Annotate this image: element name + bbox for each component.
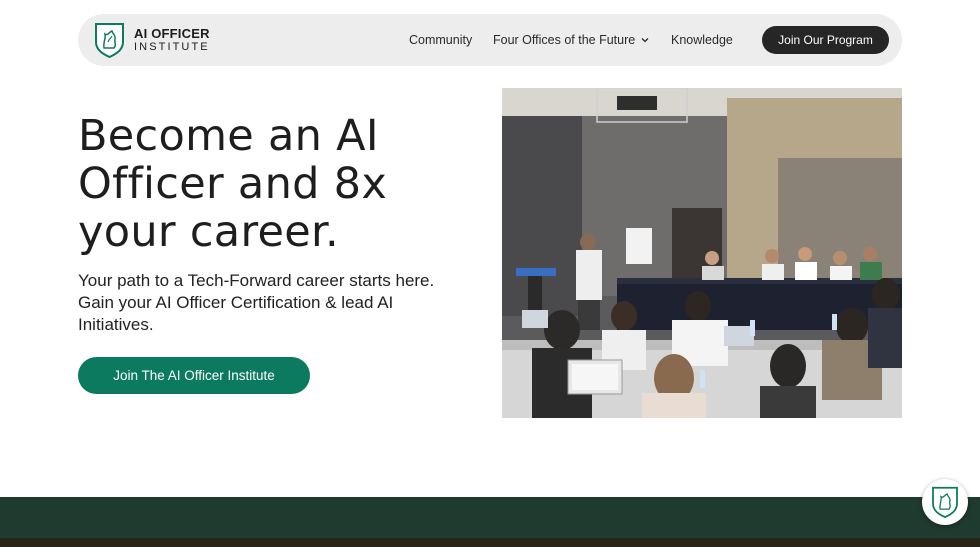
logo-subtitle: INSTITUTE (134, 41, 210, 53)
nav-item-label: Knowledge (671, 33, 733, 47)
hero-subtitle: Your path to a Tech-Forward career start… (78, 271, 435, 334)
logo-badge-icon (932, 486, 958, 518)
footer-band (0, 497, 980, 538)
shield-logo-icon (95, 23, 124, 58)
nav-item-knowledge[interactable]: Knowledge (671, 14, 733, 66)
footer-band-strip (0, 538, 980, 547)
floating-logo-button[interactable] (922, 479, 968, 525)
nav-item-label: Four Offices of the Future (493, 33, 636, 47)
hero-title: Become an AI Officer and 8x your career. (78, 111, 388, 257)
brand-logo[interactable]: AI OFFICER INSTITUTE (94, 22, 210, 58)
nav-item-four-offices[interactable]: Four Offices of the Future (493, 14, 650, 66)
chevron-down-icon (641, 38, 649, 43)
logo-title: AI OFFICER (134, 26, 210, 41)
join-institute-button[interactable]: Join The AI Officer Institute (78, 357, 310, 394)
nav-item-community[interactable]: Community (409, 14, 472, 66)
join-our-program-button[interactable]: Join Our Program (762, 26, 889, 54)
top-nav: AI OFFICER INSTITUTE Community Four Offi… (78, 14, 902, 66)
nav-item-label: Community (409, 33, 473, 47)
classroom-photo (502, 88, 902, 418)
